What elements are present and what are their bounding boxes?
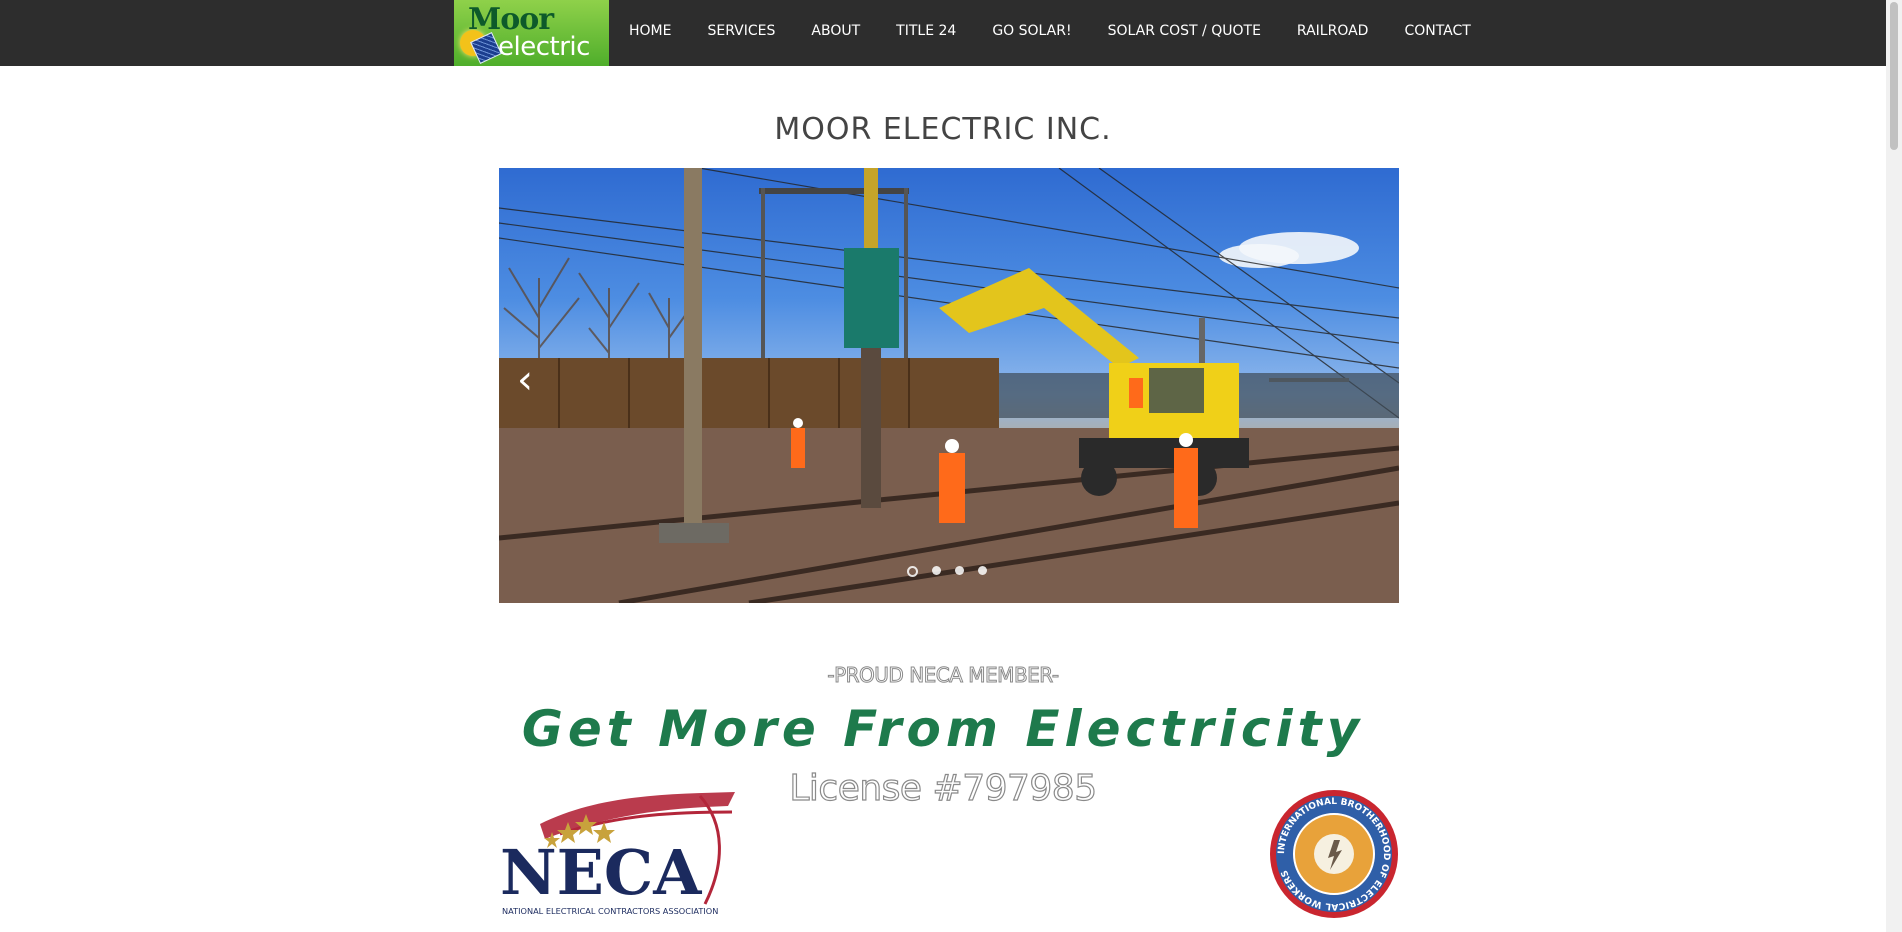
nav-services[interactable]: SERVICES [689,23,793,39]
slide-dot-3[interactable] [955,566,964,575]
slideshow-pagination [907,566,987,577]
railroad-work-photo [499,168,1399,603]
nav-solar-cost-quote[interactable]: SOLAR COST / QUOTE [1090,23,1279,39]
neca-wordmark: NECA [500,836,702,909]
ibew-seal-graphic: INTERNATIONAL BROTHERHOOD OF ELECTRICAL … [1270,790,1398,918]
scrollbar-thumb[interactable] [1890,2,1898,150]
license-number: License #797985 [789,767,1098,809]
ibew-seal-logo[interactable]: INTERNATIONAL BROTHERHOOD OF ELECTRICAL … [1268,788,1400,920]
main-menu: HOME SERVICES ABOUT TITLE 24 GO SOLAR! S… [611,0,1489,62]
slide-dot-4[interactable] [978,566,987,575]
logo-text-electric: electric [498,32,590,62]
neca-member-text: -PROUD NECA MEMBER- [827,663,1060,688]
page-title: MOOR ELECTRIC INC. [774,112,1112,148]
nav-railroad[interactable]: RAILROAD [1279,23,1387,39]
slide-dot-2[interactable] [932,566,941,575]
slide-dot-1[interactable] [907,566,918,577]
railroad-slideshow[interactable]: ‹ [499,168,1399,603]
neca-subtitle: NATIONAL ELECTRICAL CONTRACTORS ASSOCIAT… [502,906,718,916]
nav-contact[interactable]: CONTACT [1386,23,1488,39]
slideshow-prev-button[interactable]: ‹ [513,358,537,402]
top-navigation-bar: Moor electric HOME SERVICES ABOUT TITLE … [0,0,1886,66]
neca-logo[interactable]: NECA NATIONAL ELECTRICAL CONTRACTORS ASS… [500,784,740,920]
slogan: Get More From Electricity [521,700,1365,758]
moor-electric-logo[interactable]: Moor electric [454,0,609,66]
nav-title-24[interactable]: TITLE 24 [878,23,974,39]
nav-go-solar[interactable]: GO SOLAR! [974,23,1089,39]
neca-logo-graphic: NECA NATIONAL ELECTRICAL CONTRACTORS ASS… [500,792,735,916]
nav-home[interactable]: HOME [611,23,689,39]
nav-about[interactable]: ABOUT [793,23,878,39]
page-scrollbar[interactable] [1886,0,1902,932]
